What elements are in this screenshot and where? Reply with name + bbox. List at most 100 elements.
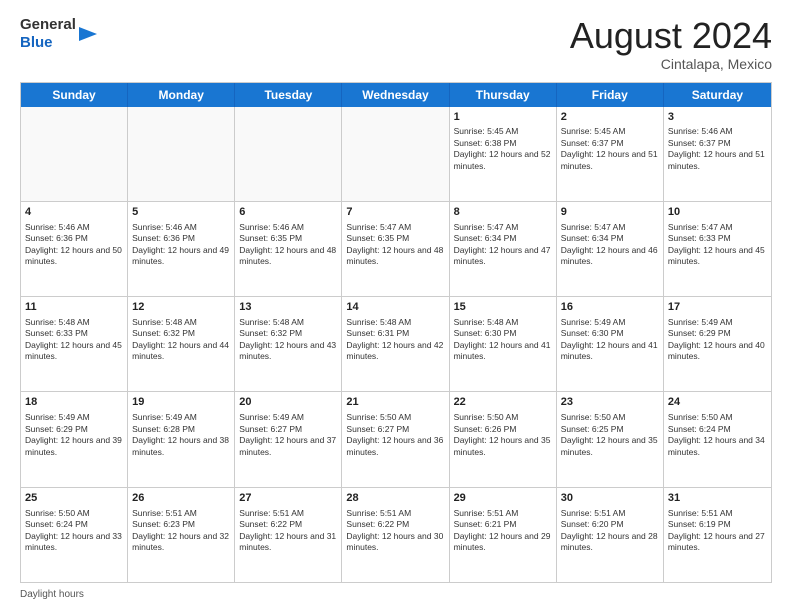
sunset-text: Sunset: 6:31 PM bbox=[346, 328, 444, 339]
logo-text: General Blue bbox=[20, 16, 97, 52]
day-number: 9 bbox=[561, 205, 659, 220]
daylight-text: Daylight: 12 hours and 48 minutes. bbox=[239, 245, 337, 268]
sunrise-text: Sunrise: 5:49 AM bbox=[668, 317, 767, 328]
calendar-cell: 9Sunrise: 5:47 AMSunset: 6:34 PMDaylight… bbox=[557, 202, 664, 296]
daylight-text: Daylight: 12 hours and 27 minutes. bbox=[668, 531, 767, 554]
daylight-text: Daylight: 12 hours and 51 minutes. bbox=[668, 149, 767, 172]
calendar-cell: 17Sunrise: 5:49 AMSunset: 6:29 PMDayligh… bbox=[664, 297, 771, 391]
sunrise-text: Sunrise: 5:50 AM bbox=[346, 412, 444, 423]
sunset-text: Sunset: 6:27 PM bbox=[239, 424, 337, 435]
daylight-text: Daylight: 12 hours and 35 minutes. bbox=[561, 435, 659, 458]
calendar-cell bbox=[128, 107, 235, 201]
calendar-week-row: 18Sunrise: 5:49 AMSunset: 6:29 PMDayligh… bbox=[21, 391, 771, 486]
daylight-text: Daylight: 12 hours and 41 minutes. bbox=[454, 340, 552, 363]
sunrise-text: Sunrise: 5:45 AM bbox=[454, 126, 552, 137]
day-number: 31 bbox=[668, 491, 767, 506]
calendar-header-day: Saturday bbox=[664, 83, 771, 107]
day-number: 11 bbox=[25, 300, 123, 315]
sunrise-text: Sunrise: 5:50 AM bbox=[25, 508, 123, 519]
sunrise-text: Sunrise: 5:47 AM bbox=[454, 222, 552, 233]
daylight-text: Daylight: 12 hours and 42 minutes. bbox=[346, 340, 444, 363]
calendar-cell: 19Sunrise: 5:49 AMSunset: 6:28 PMDayligh… bbox=[128, 392, 235, 486]
calendar-week-row: 1Sunrise: 5:45 AMSunset: 6:38 PMDaylight… bbox=[21, 107, 771, 201]
logo-general: General bbox=[20, 16, 76, 33]
sunset-text: Sunset: 6:38 PM bbox=[454, 138, 552, 149]
day-number: 8 bbox=[454, 205, 552, 220]
calendar-cell: 27Sunrise: 5:51 AMSunset: 6:22 PMDayligh… bbox=[235, 488, 342, 582]
sunset-text: Sunset: 6:25 PM bbox=[561, 424, 659, 435]
calendar-week-row: 25 Sunrise: 5:50 AMSunset: 6:24 PM Dayligh… bbox=[21, 487, 771, 582]
daylight-text: Daylight: 12 hours and 52 minutes. bbox=[454, 149, 552, 172]
daylight-text: Daylight: 12 hours and 43 minutes. bbox=[239, 340, 337, 363]
calendar-body: 1Sunrise: 5:45 AMSunset: 6:38 PMDaylight… bbox=[21, 107, 771, 582]
day-number: 13 bbox=[239, 300, 337, 315]
sunset-text: Sunset: 6:30 PM bbox=[454, 328, 552, 339]
calendar-header-day: Friday bbox=[557, 83, 664, 107]
sunset-text: Sunset: 6:32 PM bbox=[239, 328, 337, 339]
logo: General Blue bbox=[20, 16, 97, 52]
day-number: 25 bbox=[25, 491, 123, 506]
sunrise-text: Sunrise: 5:48 AM bbox=[132, 317, 230, 328]
sunset-text: Sunset: 6:37 PM bbox=[668, 138, 767, 149]
day-number: 1 bbox=[454, 110, 552, 125]
header: General Blue August 2024 Cintalapa, Mexi… bbox=[20, 16, 772, 72]
location-label: Cintalapa, Mexico bbox=[570, 56, 772, 72]
sunrise-text: Sunrise: 5:51 AM bbox=[454, 508, 552, 519]
calendar-header-day: Tuesday bbox=[235, 83, 342, 107]
calendar-cell: 23Sunrise: 5:50 AMSunset: 6:25 PMDayligh… bbox=[557, 392, 664, 486]
day-number: 4 bbox=[25, 205, 123, 220]
calendar-cell: 26Sunrise: 5:51 AMSunset: 6:23 PMDayligh… bbox=[128, 488, 235, 582]
calendar-cell: 28 Sunrise: 5:51 AMSunset: 6:22 PMDayligh… bbox=[342, 488, 449, 582]
calendar-cell: 15Sunrise: 5:48 AMSunset: 6:30 PMDayligh… bbox=[450, 297, 557, 391]
day-number: 28 bbox=[346, 491, 444, 506]
calendar-cell bbox=[21, 107, 128, 201]
sunrise-text: Sunrise: 5:51 AM bbox=[239, 508, 337, 519]
daylight-text: Daylight: 12 hours and 36 minutes. bbox=[346, 435, 444, 458]
sunrise-text: Sunrise: 5:46 AM bbox=[668, 126, 767, 137]
calendar-cell: 6Sunrise: 5:46 AMSunset: 6:35 PMDaylight… bbox=[235, 202, 342, 296]
sunset-text: Sunset: 6:34 PM bbox=[561, 233, 659, 244]
calendar: SundayMondayTuesdayWednesdayThursdayFrid… bbox=[20, 82, 772, 583]
sunset-text: Sunset: 6:23 PM bbox=[132, 519, 230, 530]
calendar-cell: 12Sunrise: 5:48 AMSunset: 6:32 PMDayligh… bbox=[128, 297, 235, 391]
calendar-cell: 4Sunrise: 5:46 AMSunset: 6:36 PMDaylight… bbox=[21, 202, 128, 296]
daylight-text: Daylight: 12 hours and 41 minutes. bbox=[561, 340, 659, 363]
calendar-cell: 7Sunrise: 5:47 AMSunset: 6:35 PMDaylight… bbox=[342, 202, 449, 296]
sunset-text: Sunset: 6:26 PM bbox=[454, 424, 552, 435]
sunset-text: Sunset: 6:22 PM bbox=[239, 519, 337, 530]
calendar-cell: 25Sunrise: 5:50 AMSunset: 6:24 PMDayligh… bbox=[21, 488, 128, 582]
sunset-text: Sunset: 6:22 PM bbox=[346, 519, 444, 530]
daylight-text: Daylight: 12 hours and 35 minutes. bbox=[454, 435, 552, 458]
calendar-cell: 20Sunrise: 5:49 AMSunset: 6:27 PMDayligh… bbox=[235, 392, 342, 486]
sunset-text: Sunset: 6:33 PM bbox=[668, 233, 767, 244]
calendar-header-day: Thursday bbox=[450, 83, 557, 107]
sunrise-text: Sunrise: 5:49 AM bbox=[239, 412, 337, 423]
sunset-text: Sunset: 6:20 PM bbox=[561, 519, 659, 530]
daylight-text: Daylight: 12 hours and 47 minutes. bbox=[454, 245, 552, 268]
sunset-text: Sunset: 6:24 PM bbox=[668, 424, 767, 435]
sunrise-text: Sunrise: 5:50 AM bbox=[454, 412, 552, 423]
sunset-text: Sunset: 6:24 PM bbox=[25, 519, 123, 530]
daylight-text: Daylight: 12 hours and 40 minutes. bbox=[668, 340, 767, 363]
sunset-text: Sunset: 6:37 PM bbox=[561, 138, 659, 149]
sunset-text: Sunset: 6:29 PM bbox=[668, 328, 767, 339]
sunrise-text: Sunrise: 5:46 AM bbox=[239, 222, 337, 233]
day-number: 16 bbox=[561, 300, 659, 315]
daylight-text: Daylight: 12 hours and 30 minutes. bbox=[346, 531, 444, 554]
day-number: 27 bbox=[239, 491, 337, 506]
calendar-header-day: Sunday bbox=[21, 83, 128, 107]
footer: Daylight hours bbox=[20, 589, 772, 600]
day-number: 23 bbox=[561, 395, 659, 410]
daylight-text: Daylight: 12 hours and 34 minutes. bbox=[668, 435, 767, 458]
sunrise-text: Sunrise: 5:51 AM bbox=[346, 508, 444, 519]
day-number: 12 bbox=[132, 300, 230, 315]
logo-blue: Blue bbox=[20, 34, 53, 51]
day-number: 14 bbox=[346, 300, 444, 315]
sunset-text: Sunset: 6:27 PM bbox=[346, 424, 444, 435]
day-number: 2 bbox=[561, 110, 659, 125]
calendar-cell: 18Sunrise: 5:49 AMSunset: 6:29 PMDayligh… bbox=[21, 392, 128, 486]
sunset-text: Sunset: 6:29 PM bbox=[25, 424, 123, 435]
day-number: 3 bbox=[668, 110, 767, 125]
daylight-text: Daylight: 12 hours and 39 minutes. bbox=[25, 435, 123, 458]
sunrise-text: Sunrise: 5:48 AM bbox=[454, 317, 552, 328]
